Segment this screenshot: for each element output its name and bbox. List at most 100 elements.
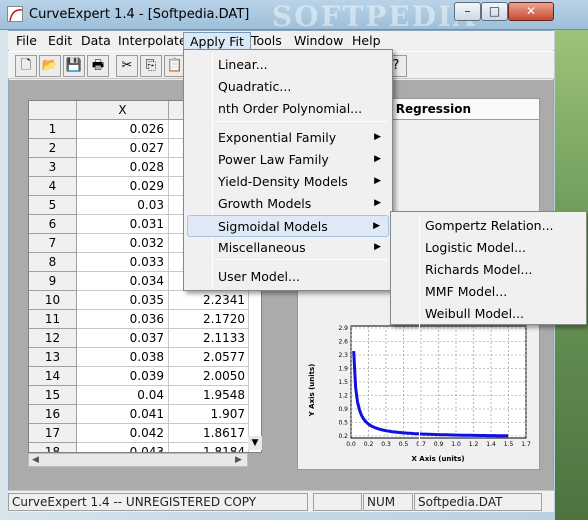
table-row[interactable]: 18 0.043 1.8184 <box>29 443 261 452</box>
x-cell[interactable]: 0.029 <box>77 177 169 196</box>
table-row[interactable]: 15 0.04 1.9548 <box>29 386 261 405</box>
close-button[interactable]: ✕ <box>508 2 554 21</box>
y-cell[interactable]: 1.8184 <box>169 443 249 452</box>
menu-edit[interactable]: Edit <box>42 32 78 50</box>
row-number[interactable]: 4 <box>29 177 77 196</box>
submenu-item-logistic-model[interactable]: Logistic Model... <box>394 237 583 259</box>
x-cell[interactable]: 0.041 <box>77 405 169 424</box>
table-row[interactable]: 10 0.035 2.2341 <box>29 291 261 310</box>
menu-file[interactable]: File <box>10 32 43 50</box>
menu-item-user-model[interactable]: User Model... <box>187 266 389 288</box>
y-tick-label: 0.2 <box>338 433 348 440</box>
menu-item-linear[interactable]: Linear... <box>187 54 389 76</box>
row-number[interactable]: 2 <box>29 139 77 158</box>
row-number[interactable]: 17 <box>29 424 77 443</box>
x-cell[interactable]: 0.027 <box>77 139 169 158</box>
x-cell[interactable]: 0.037 <box>77 329 169 348</box>
y-cell[interactable]: 2.0577 <box>169 348 249 367</box>
sigmoidal-submenu: Gompertz Relation... Logistic Model... Ric… <box>390 211 587 450</box>
table-row[interactable]: 12 0.037 2.1133 <box>29 329 261 348</box>
menu-help[interactable]: Help <box>346 32 387 50</box>
scroll-left-arrow[interactable]: ◀ <box>32 454 39 466</box>
row-number[interactable]: 5 <box>29 196 77 215</box>
x-cell[interactable]: 0.031 <box>77 215 169 234</box>
new-icon[interactable]: 🗋 <box>15 55 37 77</box>
horizontal-scrollbar[interactable]: ◀ ▶ <box>28 453 248 467</box>
row-number[interactable]: 9 <box>29 272 77 291</box>
menu-item-sigmoidal-models[interactable]: Sigmoidal Models ▶ <box>187 215 389 237</box>
menu-data[interactable]: Data <box>75 32 117 50</box>
y-cell[interactable]: 1.9548 <box>169 386 249 405</box>
x-cell[interactable]: 0.026 <box>77 120 169 139</box>
menu-item-exponential-family[interactable]: Exponential Family ▶ <box>187 127 389 149</box>
menu-item-nth-order-polynomial[interactable]: nth Order Polynomial... <box>187 98 389 120</box>
table-row[interactable]: 17 0.042 1.8617 <box>29 424 261 443</box>
table-row[interactable]: 14 0.039 2.0050 <box>29 367 261 386</box>
menu-item-miscellaneous[interactable]: Miscellaneous ▶ <box>187 237 389 259</box>
row-number[interactable]: 1 <box>29 120 77 139</box>
x-cell[interactable]: 0.03 <box>77 196 169 215</box>
y-cell[interactable]: 2.0050 <box>169 367 249 386</box>
menu-item-label: Yield-Density Models <box>218 174 348 189</box>
menu-item-power-law-family[interactable]: Power Law Family ▶ <box>187 149 389 171</box>
x-cell[interactable]: 0.042 <box>77 424 169 443</box>
curve-app-icon <box>7 6 23 22</box>
menu-apply-fit[interactable]: Apply Fit <box>183 32 251 50</box>
scroll-right-arrow[interactable]: ▶ <box>235 454 242 466</box>
y-tick-label: 2.3 <box>338 352 348 359</box>
row-number[interactable]: 7 <box>29 234 77 253</box>
menu-item-quadratic[interactable]: Quadratic... <box>187 76 389 98</box>
table-row[interactable]: 13 0.038 2.0577 <box>29 348 261 367</box>
table-row[interactable]: 11 0.036 2.1720 <box>29 310 261 329</box>
cut-icon[interactable]: ✂ <box>116 55 138 77</box>
row-number[interactable]: 18 <box>29 443 77 452</box>
close-icon: ✕ <box>525 4 537 18</box>
x-cell[interactable]: 0.039 <box>77 367 169 386</box>
maximize-button[interactable]: □ <box>481 2 508 21</box>
scroll-down-arrow[interactable]: ▼ <box>248 436 262 450</box>
minimize-button[interactable]: – <box>454 2 481 21</box>
row-number[interactable]: 16 <box>29 405 77 424</box>
x-cell[interactable]: 0.028 <box>77 158 169 177</box>
copy-icon[interactable]: ⎘ <box>140 55 162 77</box>
x-cell[interactable]: 0.043 <box>77 443 169 452</box>
menu-interpolate[interactable]: Interpolate <box>112 32 193 50</box>
row-number[interactable]: 8 <box>29 253 77 272</box>
col-header-x[interactable]: X <box>77 101 169 120</box>
x-cell[interactable]: 0.04 <box>77 386 169 405</box>
submenu-item-richards-model[interactable]: Richards Model... <box>394 259 583 281</box>
menu-item-label: Exponential Family <box>218 130 337 145</box>
y-cell[interactable]: 2.1133 <box>169 329 249 348</box>
row-number[interactable]: 3 <box>29 158 77 177</box>
menu-item-yield-density-models[interactable]: Yield-Density Models ▶ <box>187 171 389 193</box>
x-tick-label: 0.3 <box>381 441 391 448</box>
x-cell[interactable]: 0.035 <box>77 291 169 310</box>
y-cell[interactable]: 1.8617 <box>169 424 249 443</box>
row-number[interactable]: 14 <box>29 367 77 386</box>
open-icon[interactable]: 📂 <box>39 55 61 77</box>
print-icon[interactable]: 🖶 <box>87 55 109 77</box>
row-number[interactable]: 15 <box>29 386 77 405</box>
x-cell[interactable]: 0.036 <box>77 310 169 329</box>
submenu-item-mmf-model[interactable]: MMF Model... <box>394 281 583 303</box>
row-number[interactable]: 13 <box>29 348 77 367</box>
row-number[interactable]: 6 <box>29 215 77 234</box>
menu-item-growth-models[interactable]: Growth Models ▶ <box>187 193 389 215</box>
save-icon[interactable]: 💾 <box>63 55 85 77</box>
x-tick-label: 1.5 <box>504 441 514 448</box>
menu-tools[interactable]: Tools <box>245 32 288 50</box>
row-number[interactable]: 10 <box>29 291 77 310</box>
x-cell[interactable]: 0.033 <box>77 253 169 272</box>
y-cell[interactable]: 2.1720 <box>169 310 249 329</box>
y-cell[interactable]: 1.907 <box>169 405 249 424</box>
x-cell[interactable]: 0.032 <box>77 234 169 253</box>
row-number[interactable]: 12 <box>29 329 77 348</box>
y-cell[interactable]: 2.2341 <box>169 291 249 310</box>
x-cell[interactable]: 0.038 <box>77 348 169 367</box>
submenu-item-gompertz-relation[interactable]: Gompertz Relation... <box>394 215 583 237</box>
menu-window[interactable]: Window <box>288 32 349 50</box>
row-number[interactable]: 11 <box>29 310 77 329</box>
table-row[interactable]: 16 0.041 1.907 <box>29 405 261 424</box>
submenu-item-weibull-model[interactable]: Weibull Model... <box>394 303 583 325</box>
x-cell[interactable]: 0.034 <box>77 272 169 291</box>
